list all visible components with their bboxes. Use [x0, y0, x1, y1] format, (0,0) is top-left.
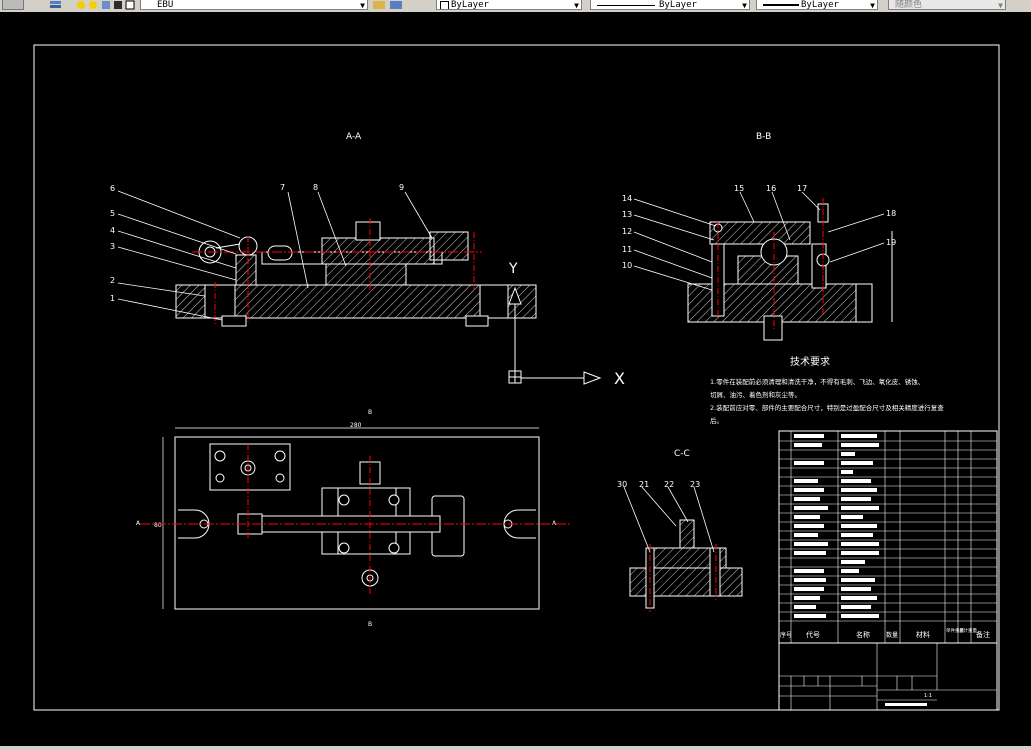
ucs-y-label: Y [508, 261, 518, 277]
lineweight-value: ByLayer [801, 0, 839, 10]
plan-view: 280 80 A A B B [136, 409, 570, 628]
chevron-down-icon: ▼ [870, 1, 875, 10]
layer-state-icons[interactable] [76, 0, 142, 10]
balloon-9: 9 [399, 183, 404, 192]
balloon-12: 12 [622, 227, 632, 236]
balloon-21: 21 [639, 480, 649, 489]
bom-header-no: 序号 [780, 631, 792, 639]
plan-cut-b-top: B [368, 409, 372, 416]
make-current-icon[interactable] [372, 0, 408, 10]
balloon-17: 17 [797, 184, 807, 193]
color-dropdown[interactable]: ByLayer ▼ [436, 0, 582, 10]
bom-header-code: 代号 [806, 630, 820, 639]
balloon-2: 2 [110, 276, 115, 285]
plan-dim-width: 280 [350, 422, 362, 429]
section-aa-label: A-A [346, 132, 362, 142]
layer-value: EBU [157, 0, 174, 10]
tech-line-2: 切屑、油污、着色剂和灰尘等。 [710, 390, 801, 399]
balloon-23: 23 [690, 480, 700, 489]
workspace-icon[interactable] [2, 0, 24, 10]
chevron-down-icon: ▼ [360, 1, 365, 10]
plotstyle-value: 随颜色 [895, 0, 923, 10]
drawing-canvas[interactable]: A-A 6 5 4 3 2 1 7 8 9 Y X B-B 14 13 12 1… [0, 12, 1031, 746]
layer-manager-icon[interactable] [48, 0, 64, 10]
tech-title: 技术要求 [790, 355, 830, 368]
bom-header-qty: 数量 [886, 631, 898, 639]
linetype-value: ByLayer [659, 0, 697, 10]
chevron-down-icon: ▼ [998, 1, 1003, 10]
balloon-5: 5 [110, 209, 115, 218]
balloon-18: 18 [886, 209, 896, 218]
linetype-dropdown[interactable]: ByLayer ▼ [590, 0, 750, 10]
balloon-10: 10 [622, 261, 632, 270]
balloon-4: 4 [110, 226, 115, 235]
chevron-down-icon: ▼ [574, 1, 579, 10]
lineweight-preview [763, 4, 799, 6]
section-bb-label: B-B [756, 132, 771, 142]
plotstyle-dropdown[interactable]: 随颜色 ▼ [888, 0, 1006, 10]
section-bb-view: B-B 14 13 12 11 10 15 16 17 18 19 [622, 132, 896, 341]
balloon-7: 7 [280, 183, 285, 192]
ucs-x-label: X [614, 369, 625, 388]
balloon-11: 11 [622, 245, 632, 254]
balloon-3: 3 [110, 242, 115, 251]
ucs-icon: Y X [508, 261, 625, 388]
balloon-8: 8 [313, 183, 318, 192]
lineweight-dropdown[interactable]: ByLayer ▼ [756, 0, 878, 10]
bom-header-total-weight: 总计重量 [959, 627, 977, 634]
linetype-preview [597, 5, 655, 6]
title-block: 1:1 [778, 642, 998, 711]
section-cc-view: C-C 30 21 22 23 [617, 449, 743, 612]
color-swatch [440, 1, 449, 9]
balloon-1: 1 [110, 294, 115, 303]
plan-dim-height: 80 [154, 522, 162, 529]
section-aa-view: A-A 6 5 4 3 2 1 7 8 9 [110, 132, 537, 327]
tech-line-3: 2.装配前应对零、部件的主要配合尺寸，特别是过盈配合尺寸及相关精度进行复查 [710, 403, 944, 412]
balloon-6: 6 [110, 184, 115, 193]
balloon-22: 22 [664, 480, 674, 489]
balloon-30: 30 [617, 480, 627, 489]
balloon-15: 15 [734, 184, 744, 193]
balloon-13: 13 [622, 210, 632, 219]
cad-drawing: A-A 6 5 4 3 2 1 7 8 9 Y X B-B 14 13 12 1… [33, 44, 1000, 711]
layer-dropdown[interactable]: EBU ▼ [140, 0, 368, 10]
balloon-14: 14 [622, 194, 632, 203]
bom-header-name: 名称 [856, 630, 870, 639]
bom-header-remark: 备注 [976, 630, 990, 639]
tech-line-4: 后。 [710, 416, 723, 425]
bom-header-material: 材料 [916, 630, 930, 639]
title-block-scale: 1:1 [924, 693, 932, 699]
plan-cut-b-bottom: B [368, 621, 372, 628]
section-cc-label: C-C [674, 449, 690, 459]
chevron-down-icon: ▼ [742, 1, 747, 10]
balloon-16: 16 [766, 184, 776, 193]
tech-line-1: 1.零件在装配前必须清理和清洗干净，不得有毛刺、飞边、氧化皮、锈蚀、 [710, 377, 924, 386]
color-value: ByLayer [451, 0, 489, 10]
bill-of-materials: 序号 代号 名称 数量 材料 单件重量 总计重量 备注 [778, 430, 998, 644]
technical-requirements: 技术要求 1.零件在装配前必须清理和清洗干净，不得有毛刺、飞边、氧化皮、锈蚀、 … [710, 355, 944, 425]
balloon-19: 19 [886, 238, 896, 247]
